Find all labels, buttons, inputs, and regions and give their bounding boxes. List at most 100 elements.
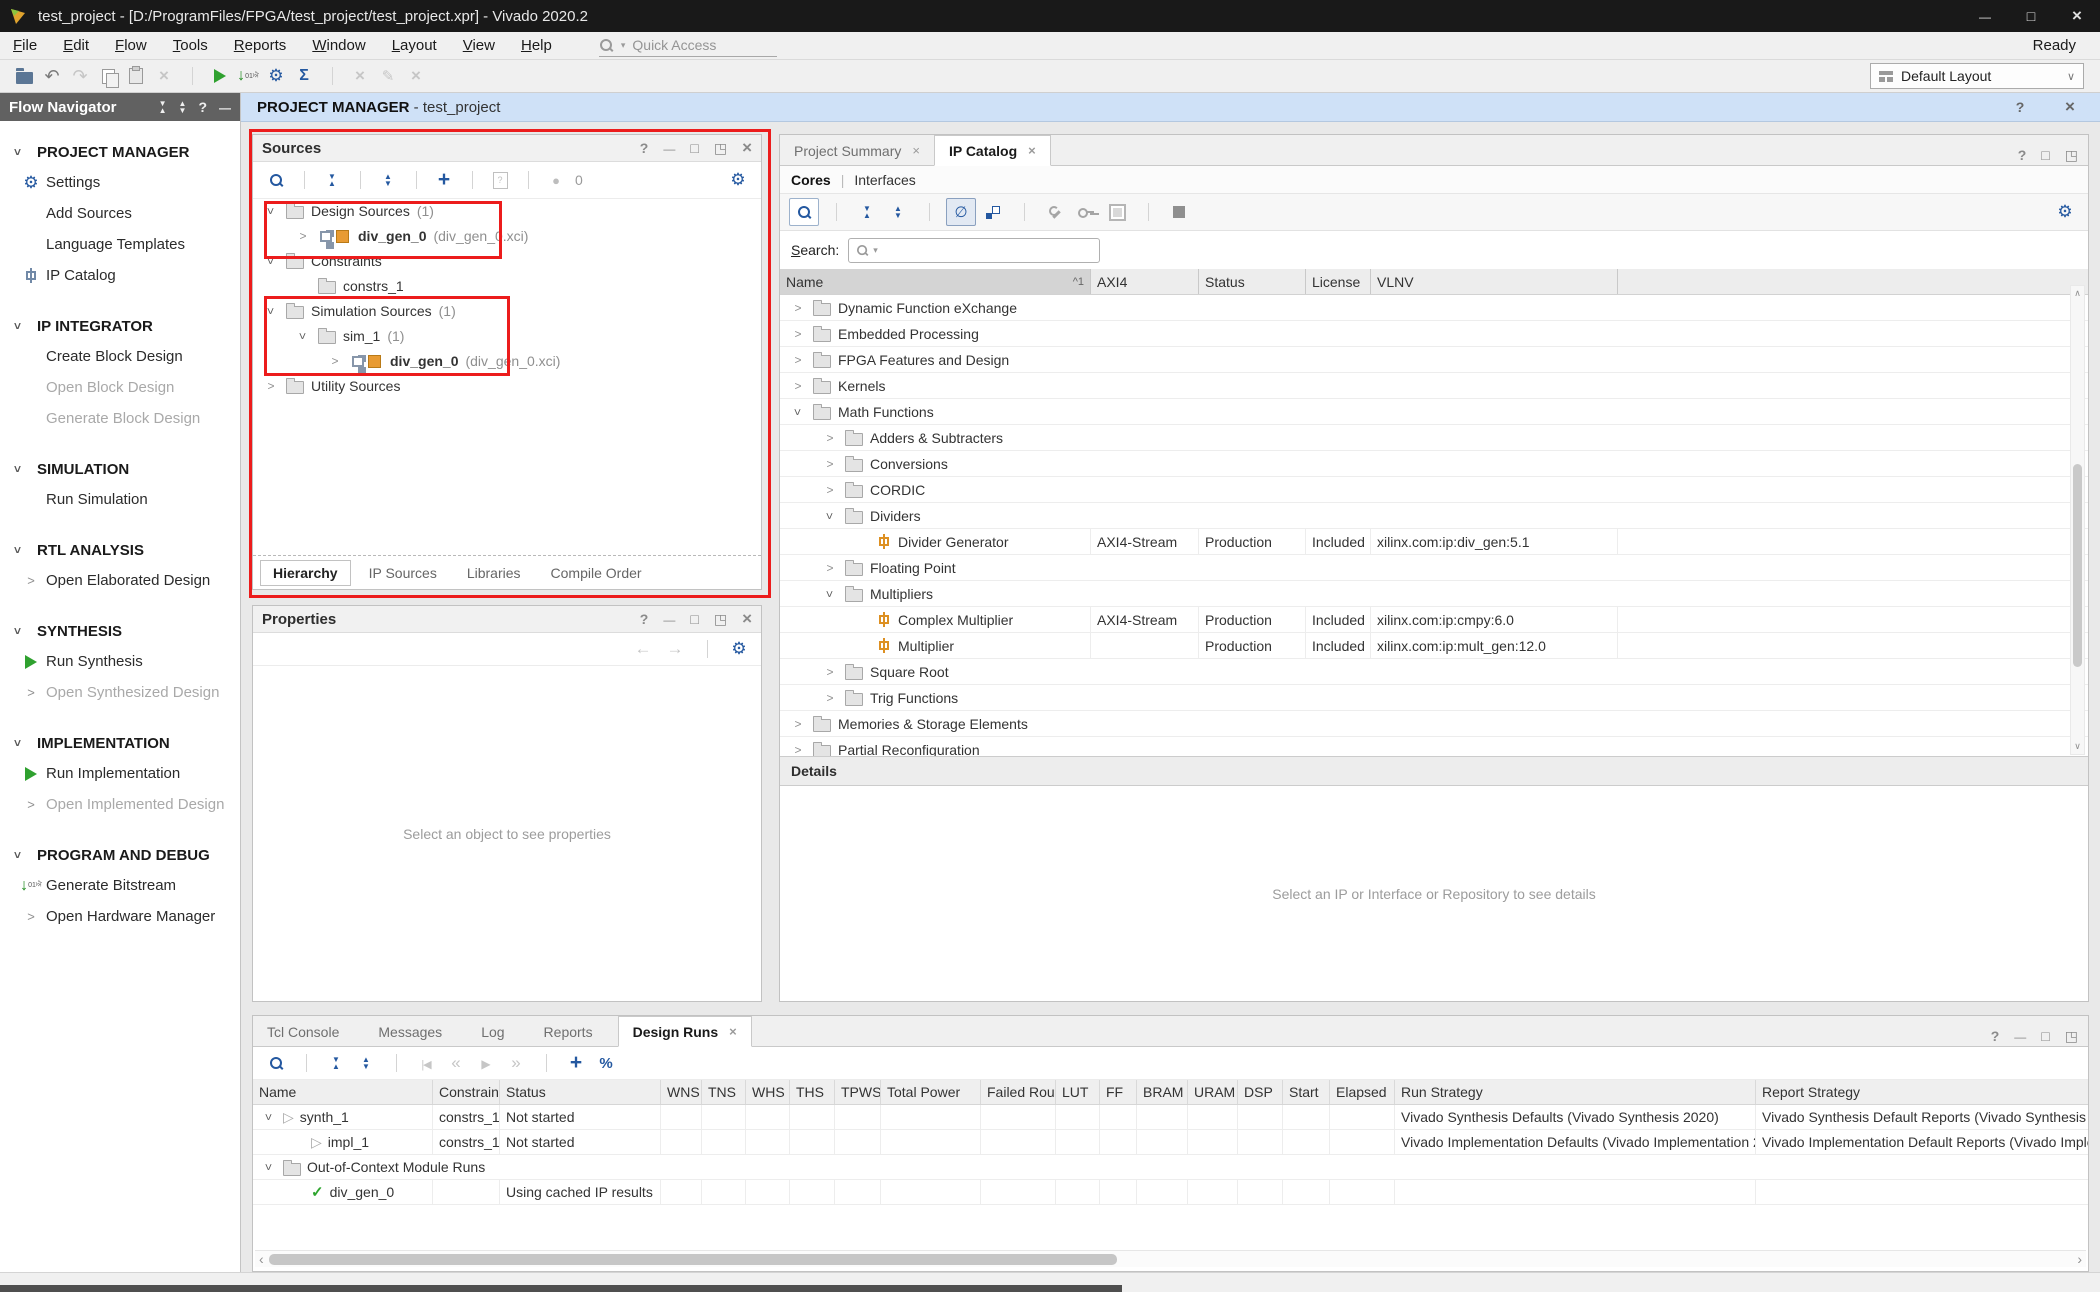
toolbar-button[interactable]: [206, 63, 234, 89]
document-tab[interactable]: IP Catalog ×: [934, 135, 1051, 166]
ip-table-row[interactable]: Divider Generator AXI4-Stream Production…: [780, 529, 2088, 555]
column-header[interactable]: Start: [1283, 1080, 1330, 1104]
tree-row[interactable]: Utility Sources: [253, 373, 761, 398]
close-tab-icon[interactable]: ×: [912, 143, 920, 158]
bottom-tab[interactable]: Reports: [530, 1017, 618, 1046]
tree-row[interactable]: Design Sources (1): [253, 198, 761, 223]
ip-table-row[interactable]: Dynamic Function eXchange: [780, 295, 2088, 321]
toolbar-button[interactable]: [122, 63, 150, 89]
scrollbar-thumb[interactable]: [2073, 464, 2082, 667]
column-header-axi4[interactable]: AXI4: [1091, 269, 1199, 294]
column-header[interactable]: URAM: [1188, 1080, 1238, 1104]
ip-table-row[interactable]: Complex Multiplier AXI4-Stream Productio…: [780, 607, 2088, 633]
cores-subtab[interactable]: Cores: [791, 172, 831, 188]
column-header-license[interactable]: License: [1306, 269, 1371, 294]
ip-table-row[interactable]: Adders & Subtracters: [780, 425, 2088, 451]
toolbar-button[interactable]: [290, 63, 318, 89]
tree-row[interactable]: Simulation Sources (1): [253, 298, 761, 323]
sources-toolbar-button[interactable]: [374, 167, 402, 193]
sources-toolbar-button[interactable]: [318, 167, 346, 193]
column-header[interactable]: WNS: [661, 1080, 702, 1104]
panel-chrome-button[interactable]: [1991, 1023, 2000, 1049]
sources-toolbar-button[interactable]: [346, 167, 374, 193]
flow-nav-item[interactable]: Open Hardware Manager: [0, 901, 240, 932]
sources-toolbar-button[interactable]: [290, 167, 318, 193]
column-header[interactable]: WHS: [746, 1080, 790, 1104]
ip-toolbar-button[interactable]: [1103, 199, 1131, 225]
sources-tab[interactable]: Compile Order: [539, 561, 654, 585]
tree-row[interactable]: sim_1 (1): [253, 323, 761, 348]
panel-chrome-button[interactable]: [2014, 1023, 2026, 1049]
column-header-status[interactable]: Status: [1199, 269, 1306, 294]
runs-toolbar-button[interactable]: [382, 1050, 410, 1076]
sources-toolbar-button[interactable]: [430, 167, 458, 193]
flow-nav-item[interactable]: IP Catalog: [0, 260, 240, 291]
tree-chevron-icon[interactable]: [822, 457, 838, 471]
panel-chrome-button[interactable]: [714, 135, 727, 161]
runs-toolbar-button[interactable]: [472, 1050, 500, 1076]
flow-nav-section-header[interactable]: IMPLEMENTATION: [0, 728, 240, 758]
panel-chrome-button[interactable]: [2041, 1023, 2049, 1049]
column-header[interactable]: Constraints: [433, 1080, 500, 1104]
flow-nav-section-header[interactable]: PROGRAM AND DEBUG: [0, 840, 240, 870]
ip-table-row[interactable]: Memories & Storage Elements: [780, 711, 2088, 737]
flow-nav-header-button[interactable]: [159, 100, 167, 114]
panel-chrome-button[interactable]: [2065, 1023, 2078, 1049]
ip-catalog-settings-button[interactable]: [2051, 199, 2079, 225]
tree-chevron-icon[interactable]: [790, 353, 806, 367]
properties-nav-button[interactable]: [661, 636, 689, 662]
tree-chevron-icon[interactable]: [261, 1160, 277, 1174]
flow-nav-section-header[interactable]: IP INTEGRATOR: [0, 311, 240, 341]
document-tab[interactable]: Project Summary ×: [780, 136, 934, 165]
panel-chrome-button[interactable]: [2018, 142, 2027, 168]
column-header-name[interactable]: Name ^1: [780, 269, 1091, 294]
flow-nav-item[interactable]: Open Synthesized Design: [0, 677, 240, 708]
ip-toolbar-button[interactable]: [884, 199, 912, 225]
flow-nav-item[interactable]: Generate Block Design: [0, 403, 240, 434]
ip-table-row[interactable]: Conversions: [780, 451, 2088, 477]
properties-nav-button[interactable]: [693, 636, 721, 662]
bottom-tab[interactable]: Log: [467, 1017, 529, 1046]
sources-toolbar-button[interactable]: [514, 167, 542, 193]
toolbar-button[interactable]: [234, 63, 262, 89]
ip-table-row[interactable]: CORDIC: [780, 477, 2088, 503]
ip-table-row[interactable]: FPGA Features and Design: [780, 347, 2088, 373]
ip-toolbar-button[interactable]: [915, 199, 943, 225]
panel-chrome-button[interactable]: [690, 606, 698, 632]
properties-nav-button[interactable]: [629, 636, 657, 662]
scroll-down-icon[interactable]: ∨: [2071, 740, 2084, 753]
flow-nav-section-header[interactable]: PROJECT MANAGER: [0, 137, 240, 167]
menu-item[interactable]: Reports: [221, 37, 300, 54]
toolbar-button[interactable]: [94, 63, 122, 89]
menu-item[interactable]: File: [0, 37, 50, 54]
quick-access-search[interactable]: ▾ Quick Access: [599, 34, 777, 57]
flow-nav-item[interactable]: Generate Bitstream: [0, 870, 240, 901]
flow-nav-item[interactable]: Open Block Design: [0, 372, 240, 403]
flow-nav-section-header[interactable]: SYNTHESIS: [0, 616, 240, 646]
panel-chrome-button[interactable]: [742, 606, 752, 632]
ip-toolbar-button[interactable]: [853, 199, 881, 225]
sources-tab[interactable]: Libraries: [455, 561, 533, 585]
properties-nav-button[interactable]: [725, 636, 753, 662]
toolbar-button[interactable]: [402, 63, 430, 89]
tree-row[interactable]: div_gen_0 (div_gen_0.xci): [253, 223, 761, 248]
tree-chevron-icon[interactable]: [327, 354, 343, 368]
run-row[interactable]: div_gen_0 Using cached IP results: [253, 1180, 2088, 1205]
tree-chevron-icon[interactable]: [822, 691, 838, 705]
column-header[interactable]: DSP: [1238, 1080, 1283, 1104]
menu-item[interactable]: Layout: [379, 37, 450, 54]
tree-chevron-icon[interactable]: [790, 301, 806, 315]
flow-nav-section-header[interactable]: RTL ANALYSIS: [0, 535, 240, 565]
ip-table-row[interactable]: Square Root: [780, 659, 2088, 685]
runs-toolbar-button[interactable]: [532, 1050, 560, 1076]
tree-chevron-icon[interactable]: [263, 304, 279, 318]
column-header[interactable]: Total Power: [881, 1080, 981, 1104]
column-header-vlnv[interactable]: VLNV: [1371, 269, 1618, 294]
sources-settings-button[interactable]: [724, 167, 752, 193]
sources-toolbar-button[interactable]: [486, 167, 514, 193]
ip-toolbar-button[interactable]: [1010, 199, 1038, 225]
column-header[interactable]: Failed Routes: [981, 1080, 1056, 1104]
flow-nav-item[interactable]: Add Sources: [0, 198, 240, 229]
close-tab-icon[interactable]: ×: [1028, 143, 1036, 158]
toolbar-button[interactable]: [178, 63, 206, 89]
